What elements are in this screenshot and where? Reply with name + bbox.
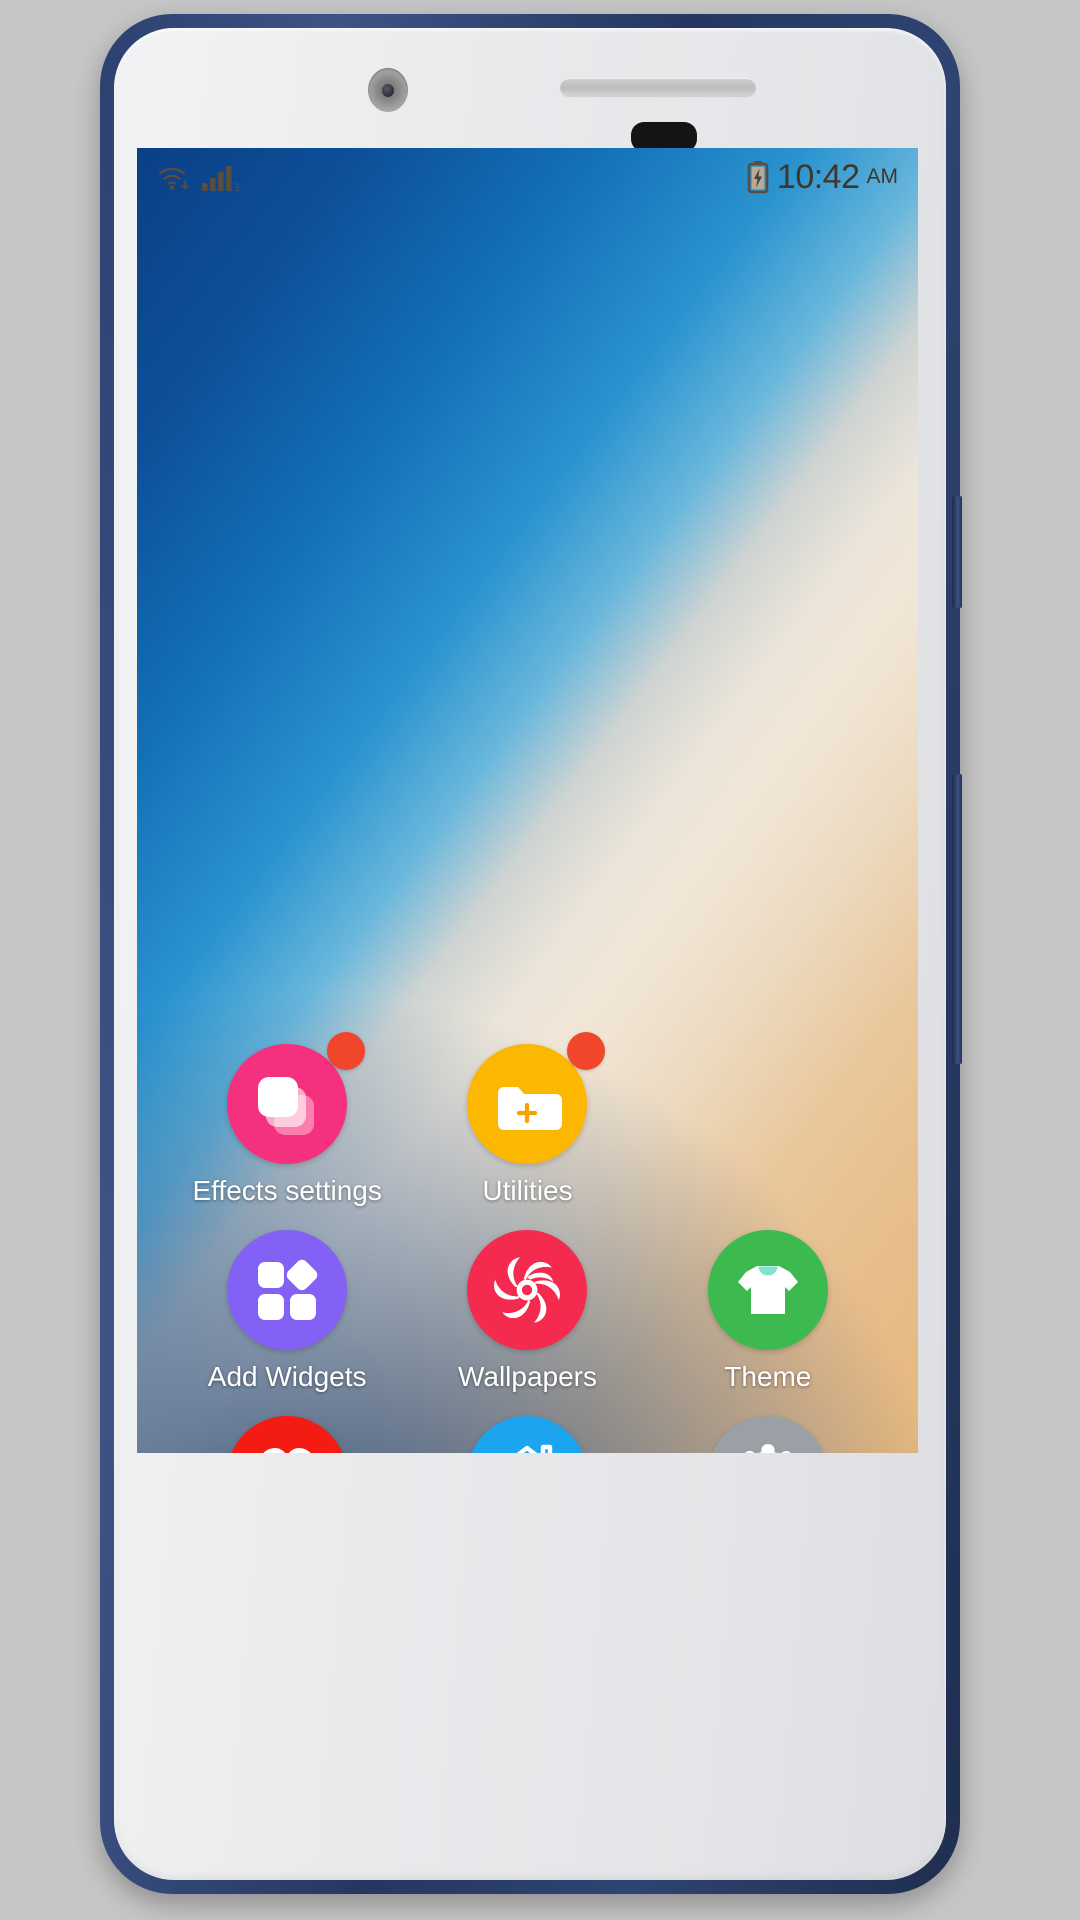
power-button[interactable] — [952, 496, 962, 608]
notification-badge — [327, 1032, 366, 1070]
app-icon-rate-us[interactable]: Rate Us — [167, 1410, 407, 1453]
icon-wrapper — [467, 1416, 588, 1453]
sim-slot-label: 1 — [234, 180, 241, 192]
icon-wrapper — [227, 1230, 348, 1351]
app-icon-utilities[interactable]: Utilities — [407, 1032, 647, 1206]
app-label: Utilities — [482, 1175, 573, 1206]
tshirt-icon — [707, 1230, 828, 1351]
app-icon-theme[interactable]: Theme — [648, 1224, 888, 1392]
icon-wrapper — [467, 1230, 588, 1351]
notification-badge — [567, 1032, 606, 1070]
earpiece-speaker-icon — [560, 78, 756, 96]
battery-charging-icon — [747, 161, 769, 194]
heart-icon — [227, 1416, 348, 1453]
status-bar-right: 10:42 AM — [746, 160, 898, 194]
app-icon-wallpapers[interactable]: Wallpapers — [407, 1224, 647, 1392]
house-star-icon — [467, 1416, 588, 1453]
app-icon-launcher-settings[interactable]: Launcher Settings — [407, 1410, 647, 1453]
phone-screen: 1 10:42 AM Effects settings Utilities Ad… — [137, 148, 918, 1453]
app-label: Theme — [724, 1361, 812, 1393]
app-label: Add Widgets — [207, 1361, 367, 1393]
aperture-flower-icon — [467, 1230, 588, 1351]
app-icon-add-widgets[interactable]: Add Widgets — [167, 1224, 407, 1392]
gear-icon — [707, 1416, 828, 1453]
icon-wrapper — [707, 1230, 828, 1351]
status-bar-ampm: AM — [866, 164, 899, 188]
home-screen-app-grid: Effects settings Utilities Add Widgets W… — [167, 1032, 888, 1453]
status-bar-left: 1 — [157, 162, 241, 192]
wifi-icon — [158, 167, 189, 190]
status-bar: 1 10:42 AM — [137, 148, 918, 206]
widgets-grid-icon — [227, 1230, 348, 1351]
folder-plus-icon — [467, 1044, 588, 1164]
app-label: Wallpapers — [457, 1361, 597, 1393]
icon-wrapper — [467, 1032, 606, 1164]
layered-squares-icon — [227, 1044, 348, 1164]
app-icon-effects-settings[interactable]: Effects settings — [167, 1032, 407, 1206]
cellular-signal-icon: 1 — [202, 166, 241, 192]
icon-wrapper — [227, 1032, 366, 1164]
app-label: Effects settings — [192, 1175, 382, 1206]
app-icon-system-settings[interactable]: System Settings — [648, 1410, 888, 1453]
front-camera-icon — [368, 68, 408, 112]
app-slot-empty — [648, 1038, 888, 1206]
icon-wrapper — [227, 1416, 348, 1453]
volume-rocker-button[interactable] — [952, 774, 962, 1064]
icon-wrapper — [707, 1416, 828, 1453]
status-bar-clock: 10:42 — [776, 158, 860, 196]
